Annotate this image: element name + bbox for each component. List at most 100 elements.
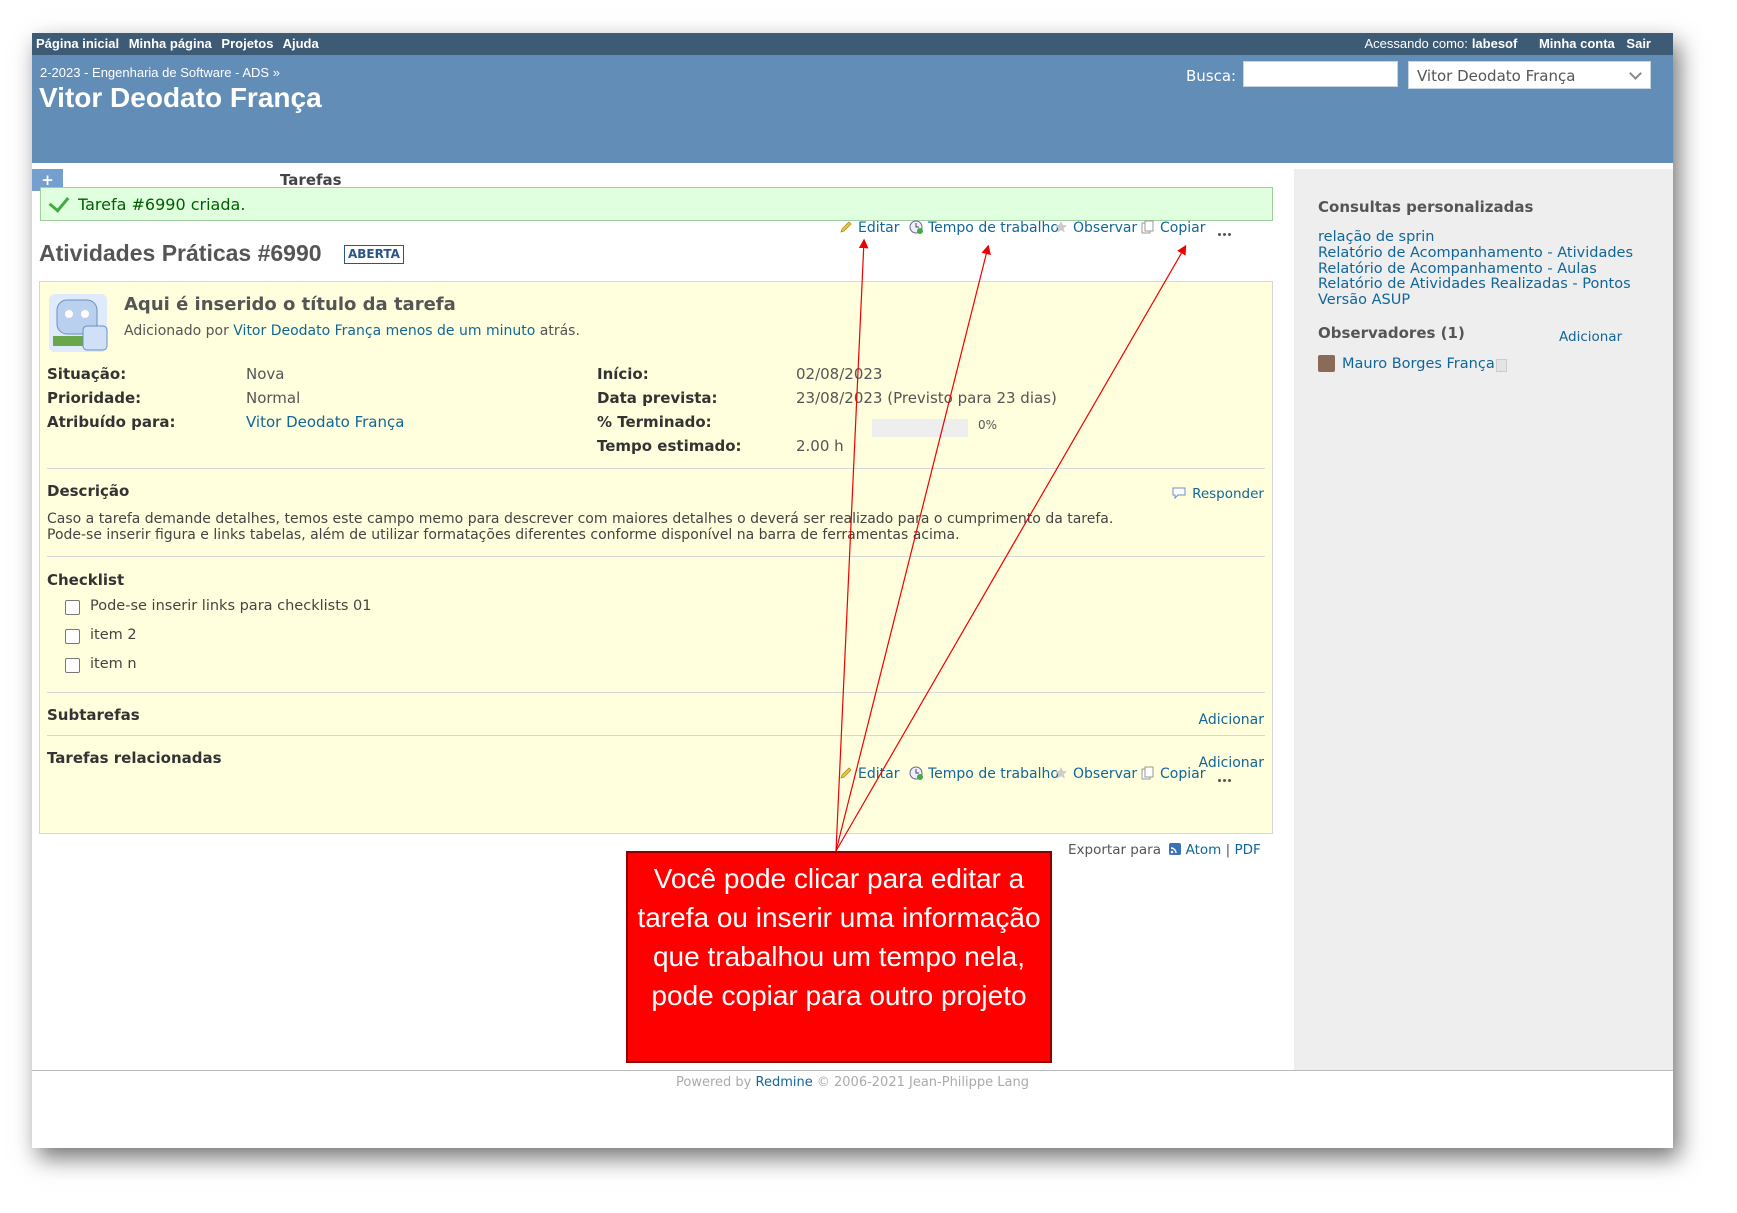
search-input[interactable] [1243,61,1398,87]
issue-author-line: Adicionado por Vitor Deodato França meno… [124,323,580,339]
clock-add-icon [909,220,923,234]
start-label: Início: [597,365,649,383]
copy-label: Copiar [1160,766,1206,782]
checklist-item: Pode-se inserir links para checklists 01 [90,598,372,614]
copy-button[interactable]: Copiar [1141,766,1205,782]
status-label: Situação: [47,365,127,383]
age-link[interactable]: menos de um minuto [386,323,536,339]
issue-actions-top: Editar Tempo de trabalho Observar Copiar [839,220,1259,240]
watcher-link[interactable]: Mauro Borges França [1342,356,1495,372]
assigned-link[interactable]: Vitor Deodato França [246,413,404,431]
issue-title: Atividades Práticas #6990 [39,240,322,266]
query-link[interactable]: relação de sprin [1318,229,1435,245]
breadcrumb[interactable]: 2-2023 - Engenharia de Software - ADS » [40,65,280,80]
reply-button[interactable]: Responder [1172,486,1264,502]
due-value: 23/08/2023 (Previsto para 23 dias) [796,389,1057,407]
copy-button[interactable]: Copiar [1141,220,1205,236]
star-icon [1055,221,1067,233]
due-label: Data prevista: [597,389,718,407]
sidebar: Consultas personalizadas relação de spri… [1294,169,1673,1070]
logged-as-label: Acessando como: [1364,36,1468,51]
star-icon [1055,767,1067,779]
edit-button[interactable]: Editar [839,766,899,782]
copy-label: Copiar [1160,220,1206,236]
progress-bar [872,419,968,437]
comment-icon [1172,487,1186,500]
project-title: Vitor Deodato França [39,82,322,113]
menu-my-page[interactable]: Minha página [129,36,212,51]
logged-user[interactable]: labesof [1472,36,1518,51]
project-jump-select[interactable]: Vitor Deodato França [1408,61,1651,89]
add-watcher-link[interactable]: Adicionar [1559,329,1622,345]
query-link[interactable]: Relatório de Acompanhamento - Atividades [1318,245,1633,261]
more-actions-icon[interactable] [1218,224,1236,236]
related-title: Tarefas relacionadas [47,749,222,767]
watch-button[interactable]: Observar [1054,220,1137,236]
checklist-item: item n [90,656,137,672]
top-menu: Página inicial Minha página Projetos Aju… [32,33,1673,55]
issue-details: Aqui é inserido o título da tarefa Adici… [39,281,1273,834]
clock-add-icon [909,766,923,780]
export-atom-link[interactable]: Atom [1186,842,1222,858]
checkmark-icon [48,191,70,213]
export-pdf-link[interactable]: PDF [1234,842,1260,858]
query-link[interactable]: Relatório de Acompanhamento - Aulas [1318,261,1597,277]
estimated-label: Tempo estimado: [597,437,742,455]
edit-label: Editar [858,766,900,782]
redmine-avatar-icon [49,294,108,352]
add-subtask-link[interactable]: Adicionar [1199,712,1264,728]
progress-percent: 0% [978,418,998,432]
ago-label: atrás. [539,323,580,339]
author-link[interactable]: Vitor Deodato França [233,323,381,339]
menu-help[interactable]: Ajuda [283,36,319,51]
more-actions-icon[interactable] [1218,770,1236,782]
my-account-link[interactable]: Minha conta [1539,36,1615,51]
description-title: Descrição [47,482,130,500]
checklist-checkbox[interactable] [65,629,80,644]
query-link[interactable]: Versão ASUP [1318,292,1410,308]
issue-actions-bottom: Editar Tempo de trabalho Observar Copiar [839,766,1259,786]
done-label: % Terminado: [597,413,712,431]
checklist-item: item 2 [90,627,137,643]
project-select-value: Vitor Deodato França [1417,67,1576,85]
checklist-checkbox[interactable] [65,600,80,615]
redmine-link[interactable]: Redmine [756,1075,813,1090]
pencil-icon [840,767,852,779]
status-value: Nova [246,365,285,383]
flash-notice: Tarefa #6990 criada. [40,187,1273,221]
delete-watcher-icon[interactable] [1496,359,1507,372]
reply-label: Responder [1192,486,1264,502]
flash-text: Tarefa #6990 criada. [78,195,246,214]
watcher-avatar [1318,355,1335,372]
watch-label: Observar [1073,220,1138,236]
log-time-label: Tempo de trabalho [928,220,1059,236]
export-separator: | [1225,842,1231,858]
edit-label: Editar [858,220,900,236]
logout-link[interactable]: Sair [1626,36,1651,51]
menu-home[interactable]: Página inicial [36,36,119,51]
description-line: Pode-se inserir figura e links tabelas, … [47,527,960,543]
description-line: Caso a tarefa demande detalhes, temos es… [47,511,1114,527]
annotation-callout: Você pode clicar para editar a tarefa ou… [626,851,1052,1063]
footer: Powered by Redmine © 2006-2021 Jean-Phil… [32,1070,1673,1101]
header: 2-2023 - Engenharia de Software - ADS » … [32,55,1673,211]
checklist-checkbox[interactable] [65,658,80,673]
log-time-button[interactable]: Tempo de trabalho [909,220,1059,236]
query-link[interactable]: Relatório de Atividades Realizadas - Pon… [1318,276,1631,292]
checklist-title: Checklist [47,571,125,589]
estimated-value: 2.00 h [796,437,844,455]
watchers-title: Observadores (1) [1318,324,1465,342]
divider [47,735,1265,736]
log-time-button[interactable]: Tempo de trabalho [909,766,1059,782]
issue-subject: Aqui é inserido o título da tarefa [124,294,456,315]
queries-title: Consultas personalizadas [1318,198,1534,216]
divider [47,468,1265,469]
added-by-label: Adicionado por [124,323,229,339]
copy-icon [1141,766,1154,780]
menu-projects[interactable]: Projetos [221,36,273,51]
watch-label: Observar [1073,766,1138,782]
assigned-label: Atribuído para: [47,413,176,431]
edit-button[interactable]: Editar [839,220,899,236]
copyright: © 2006-2021 Jean-Philippe Lang [816,1075,1029,1090]
watch-button[interactable]: Observar [1054,766,1137,782]
